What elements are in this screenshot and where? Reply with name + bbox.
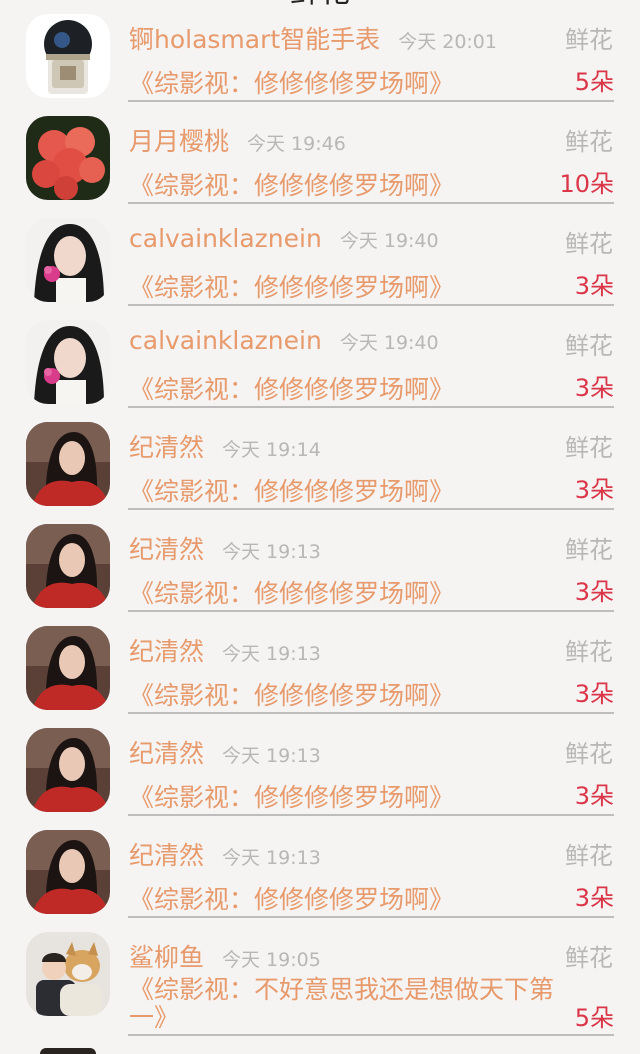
avatar[interactable] — [26, 830, 110, 914]
avatar[interactable] — [26, 422, 110, 506]
timestamp: 今天 19:13 — [222, 643, 321, 665]
list-item[interactable]: 纪清然 今天 19:13 鲜花 《综影视：修修修修罗场啊》 3朵 — [0, 714, 640, 816]
user-name[interactable]: calvainklaznein — [129, 224, 322, 253]
divider — [128, 1034, 614, 1036]
list-item[interactable]: 锕holasmart智能手表 今天 20:01 鲜花 《综影视：修修修修罗场啊》… — [0, 0, 640, 102]
user-name[interactable]: 纪清然 — [129, 530, 204, 566]
list-item[interactable]: calvainklaznein 今天 19:40 鲜花 《综影视：修修修修罗场啊… — [0, 306, 640, 408]
avatar — [40, 1048, 96, 1054]
gift-count: 5朵 — [574, 68, 614, 96]
avatar[interactable] — [26, 626, 110, 710]
user-name[interactable]: 鲨柳鱼 — [129, 938, 204, 974]
timestamp: 今天 19:13 — [222, 745, 321, 767]
avatar[interactable] — [26, 218, 110, 302]
book-title[interactable]: 《综影视：修修修修罗场啊》 — [129, 268, 559, 304]
list-item[interactable]: 纪清然 今天 19:14 鲜花 《综影视：修修修修罗场啊》 3朵 — [0, 408, 640, 510]
gift-count: 10朵 — [559, 170, 614, 198]
gift-type: 鲜花 — [565, 230, 613, 258]
gift-count: 3朵 — [574, 578, 614, 606]
list-item[interactable]: 月月樱桃 今天 19:46 鲜花 《综影视：修修修修罗场啊》 10朵 — [0, 102, 640, 204]
book-title[interactable]: 《综影视：修修修修罗场啊》 — [129, 64, 559, 100]
gift-type: 鲜花 — [565, 638, 613, 666]
list-item[interactable]: 纪清然 今天 19:13 鲜花 《综影视：修修修修罗场啊》 3朵 — [0, 510, 640, 612]
book-title[interactable]: 《综影视：修修修修罗场啊》 — [129, 676, 559, 712]
user-name[interactable]: 纪清然 — [129, 734, 204, 770]
book-title[interactable]: 《综影视：修修修修罗场啊》 — [129, 166, 559, 202]
timestamp: 今天 19:40 — [339, 230, 439, 252]
book-title[interactable]: 《综影视：修修修修罗场啊》 — [129, 370, 559, 406]
book-title[interactable]: 《综影视：修修修修罗场啊》 — [129, 778, 559, 814]
user-name[interactable]: 纪清然 — [129, 428, 204, 464]
user-name[interactable]: calvainklaznein — [129, 326, 322, 355]
book-title[interactable]: 《综影视：修修修修罗场啊》 — [129, 880, 559, 916]
gift-count: 3朵 — [574, 272, 614, 300]
avatar[interactable] — [26, 14, 110, 98]
gift-type: 鲜花 — [565, 26, 613, 54]
gift-count: 3朵 — [574, 374, 614, 402]
avatar[interactable] — [26, 728, 110, 812]
book-title[interactable]: 《综影视：修修修修罗场啊》 — [129, 574, 559, 610]
book-title[interactable]: 《综影视：修修修修罗场啊》 — [129, 472, 559, 508]
avatar[interactable] — [26, 320, 110, 404]
user-name[interactable]: 锕holasmart智能手表 — [129, 20, 380, 56]
gift-type: 鲜花 — [565, 944, 613, 972]
avatar[interactable] — [26, 116, 110, 200]
gift-count: 3朵 — [574, 782, 614, 810]
list-item[interactable]: calvainklaznein 今天 19:40 鲜花 《综影视：修修修修罗场啊… — [0, 204, 640, 306]
avatar[interactable] — [26, 524, 110, 608]
timestamp: 今天 19:13 — [222, 541, 321, 563]
gift-type: 鲜花 — [565, 128, 613, 156]
list-item[interactable]: 纪清然 今天 19:13 鲜花 《综影视：修修修修罗场啊》 3朵 — [0, 612, 640, 714]
gift-type: 鲜花 — [565, 536, 613, 564]
avatar[interactable] — [26, 932, 110, 1016]
timestamp: 今天 19:05 — [222, 949, 321, 971]
gift-count: 3朵 — [574, 680, 614, 708]
gift-type: 鲜花 — [565, 434, 613, 462]
list-item[interactable]: 鲨柳鱼 今天 19:05 鲜花 《综影视：不好意思我还是想做天下第一》 5朵 — [0, 918, 640, 1038]
timestamp: 今天 19:40 — [339, 332, 439, 354]
gift-count: 5朵 — [574, 1004, 614, 1032]
gift-type: 鲜花 — [565, 332, 613, 360]
book-title[interactable]: 《综影视：不好意思我还是想做天下第一》 — [129, 976, 559, 1032]
user-name[interactable]: 纪清然 — [129, 836, 204, 872]
gift-count: 3朵 — [574, 884, 614, 912]
gift-type: 鲜花 — [565, 842, 613, 870]
timestamp: 今天 20:01 — [398, 31, 497, 53]
gift-type: 鲜花 — [565, 740, 613, 768]
timestamp: 今天 19:14 — [222, 439, 321, 461]
timestamp: 今天 19:46 — [247, 133, 346, 155]
gift-count: 3朵 — [574, 476, 614, 504]
user-name[interactable]: 月月樱桃 — [129, 122, 229, 158]
list-item[interactable]: 纪清然 今天 19:13 鲜花 《综影视：修修修修罗场啊》 3朵 — [0, 816, 640, 918]
timestamp: 今天 19:13 — [222, 847, 321, 869]
user-name[interactable]: 纪清然 — [129, 632, 204, 668]
